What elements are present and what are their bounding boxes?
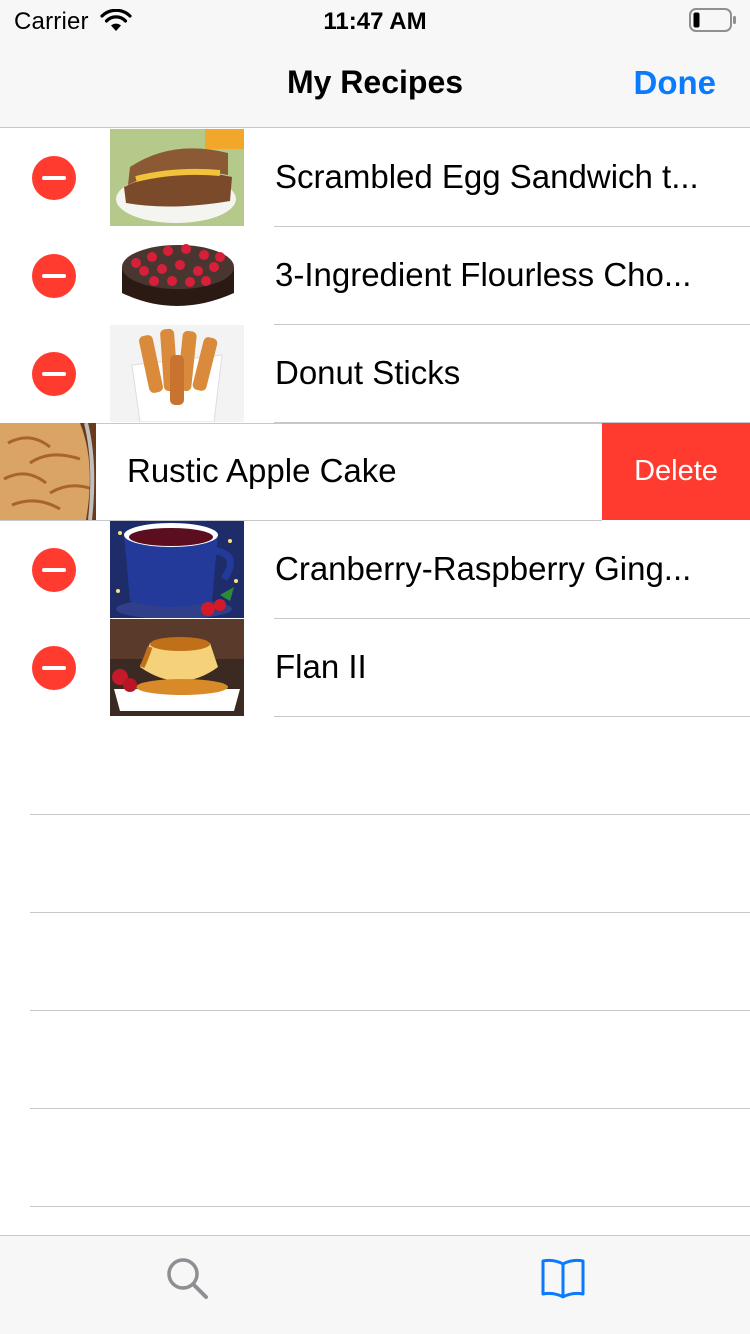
recipe-thumbnail <box>110 521 244 618</box>
status-bar: Carrier 11:47 AM <box>0 0 750 40</box>
tab-bar <box>0 1235 750 1334</box>
recipe-thumbnail <box>110 325 244 422</box>
list-item[interactable]: 3-Ingredient Flourless Cho... <box>0 227 750 325</box>
delete-toggle-icon[interactable] <box>32 646 76 690</box>
recipe-thumbnail <box>110 129 244 226</box>
list-item[interactable]: Rustic Apple Cake Delete <box>0 423 750 521</box>
recipe-title: Scrambled Egg Sandwich t... <box>275 158 699 195</box>
recipe-thumbnail <box>110 619 244 716</box>
search-icon <box>167 1258 208 1299</box>
list-item[interactable]: Flan II <box>0 619 750 717</box>
recipe-title: Rustic Apple Cake <box>127 452 397 489</box>
row-divider <box>30 1010 750 1011</box>
delete-toggle-icon[interactable] <box>32 254 76 298</box>
recipe-list: Scrambled Egg Sandwich t... 3-Ingredient… <box>0 129 750 1235</box>
row-divider <box>30 1108 750 1109</box>
row-divider <box>30 814 750 815</box>
delete-toggle-icon[interactable] <box>32 352 76 396</box>
recipe-title: 3-Ingredient Flourless Cho... <box>275 256 692 293</box>
recipe-title: Cranberry-Raspberry Ging... <box>275 550 692 587</box>
battery-icon <box>689 8 736 32</box>
delete-button[interactable]: Delete <box>602 423 750 520</box>
recipe-thumbnail <box>110 227 244 324</box>
tab-search[interactable] <box>163 1254 213 1304</box>
book-icon <box>541 1258 585 1299</box>
row-divider <box>30 912 750 913</box>
row-divider <box>30 1206 750 1207</box>
done-button[interactable]: Done <box>634 64 717 102</box>
navigation-bar: My Recipes Done <box>0 40 750 128</box>
recipe-title: Flan II <box>275 648 367 685</box>
tab-my-recipes[interactable] <box>538 1254 588 1304</box>
delete-toggle-icon[interactable] <box>32 548 76 592</box>
list-item[interactable]: Donut Sticks <box>0 325 750 423</box>
delete-toggle-icon[interactable] <box>32 156 76 200</box>
list-item[interactable]: Scrambled Egg Sandwich t... <box>0 129 750 227</box>
list-item[interactable]: Cranberry-Raspberry Ging... <box>0 521 750 619</box>
recipe-thumbnail <box>0 423 96 520</box>
row-divider <box>274 716 750 717</box>
row-divider <box>96 423 602 424</box>
status-time: 11:47 AM <box>323 8 427 35</box>
recipe-title: Donut Sticks <box>275 354 461 391</box>
